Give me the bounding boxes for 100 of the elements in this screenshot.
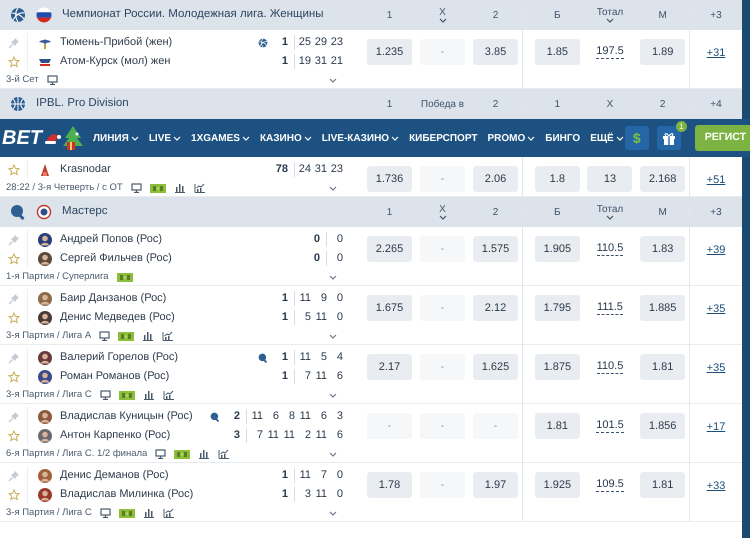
odds-button[interactable]: 1.875 (534, 354, 580, 380)
odds-button[interactable]: 1.83 (640, 236, 686, 262)
odds-button[interactable]: 1.85 (534, 39, 580, 65)
total-value[interactable]: 101.5 (596, 418, 624, 434)
more-markets-link[interactable]: +33 (706, 478, 726, 522)
nav-link[interactable]: LIVE (148, 130, 182, 146)
more-markets-link[interactable]: +35 (706, 301, 726, 345)
team-name: Антон Карпенко (Рос) (60, 428, 172, 444)
nav-link[interactable]: ЕЩЁ (590, 130, 624, 146)
set-score: 3 (336, 409, 343, 424)
chart-icon[interactable] (162, 331, 174, 341)
scoreboard-icon[interactable] (118, 508, 135, 518)
tv-icon[interactable] (99, 331, 110, 341)
expand-icon[interactable] (329, 392, 337, 398)
more-markets-link[interactable]: +17 (706, 419, 726, 463)
logo-text[interactable]: BET (0, 123, 45, 153)
column-header: 2 (660, 98, 666, 110)
odds-button[interactable]: 1.925 (534, 472, 580, 498)
score: 1 (280, 487, 288, 502)
column-header: 2 (492, 98, 498, 110)
bar-chart-icon[interactable] (142, 508, 155, 518)
odds-button[interactable]: 2.168 (640, 166, 686, 192)
more-markets-link[interactable]: +31 (706, 45, 726, 89)
odds-button[interactable]: 1.885 (640, 295, 686, 321)
expand-icon[interactable] (329, 274, 337, 280)
nav-link[interactable]: БИНГО (545, 130, 580, 146)
star-icon[interactable] (8, 164, 20, 176)
expand-icon[interactable] (329, 334, 337, 338)
odds-button[interactable]: 1.81 (534, 413, 580, 439)
expand-icon[interactable] (329, 78, 337, 82)
set-score: 2 (304, 428, 311, 444)
team-name: Владислав Милинка (Рос) (60, 487, 194, 502)
chart-icon[interactable] (194, 183, 206, 193)
tv-icon[interactable] (130, 183, 142, 193)
star-icon[interactable] (8, 430, 20, 442)
star-icon[interactable] (8, 252, 20, 264)
odds-button[interactable]: 1.78 (367, 472, 412, 498)
odds-button[interactable]: 1.81 (640, 472, 686, 498)
nav-link[interactable]: 1XGAMES (191, 130, 250, 146)
odds-button[interactable]: 1.675 (367, 295, 412, 321)
nav-link[interactable]: PROMO (487, 130, 536, 146)
nav-link[interactable]: ЛИНИЯ (93, 130, 139, 146)
bar-chart-icon[interactable] (174, 183, 186, 193)
nav-link[interactable]: КАЗИНО (260, 130, 312, 146)
chart-icon[interactable] (218, 449, 230, 459)
bar-chart-icon[interactable] (142, 390, 155, 400)
odds-button[interactable]: 2.12 (473, 295, 518, 321)
scoreboard-icon[interactable] (174, 450, 190, 458)
tv-icon[interactable] (100, 390, 111, 400)
expand-icon[interactable] (329, 510, 337, 516)
total-value[interactable]: 110.5 (596, 242, 624, 256)
bar-chart-icon[interactable] (142, 331, 154, 341)
star-icon[interactable] (8, 370, 20, 382)
odds-button[interactable]: 1.905 (534, 236, 580, 262)
odds-button[interactable]: 13 (587, 166, 632, 192)
tv-icon[interactable] (100, 508, 111, 518)
odds-button[interactable]: 2.265 (367, 236, 412, 262)
star-icon[interactable] (8, 56, 20, 68)
scoreboard-icon[interactable] (116, 272, 133, 282)
odds-button[interactable]: 2.17 (367, 354, 412, 380)
odds-button[interactable]: 2.06 (473, 166, 518, 192)
total-value[interactable]: 110.5 (596, 360, 624, 374)
total-value[interactable]: 197.5 (596, 44, 624, 60)
star-icon[interactable] (8, 312, 20, 324)
odds-button[interactable]: 1.89 (640, 39, 686, 65)
expand-icon[interactable] (329, 452, 337, 456)
odds-button[interactable]: 1.235 (367, 39, 412, 65)
tv-icon[interactable] (46, 75, 58, 85)
match-status: 28:22 / 3-я Четверть / с ОТ (6, 180, 123, 195)
set-score: 11 (282, 428, 295, 444)
nav-link[interactable]: КИБЕРСПОРТ (409, 130, 478, 146)
league-title: IPBL. Pro Division (36, 96, 129, 112)
more-markets-link[interactable]: +51 (706, 172, 726, 197)
odds-button[interactable]: 1.575 (473, 236, 518, 262)
chart-icon[interactable] (162, 390, 175, 400)
gift-icon (662, 131, 676, 145)
expand-icon[interactable] (329, 186, 337, 190)
odds-button[interactable]: 1.856 (640, 413, 686, 439)
odds-button[interactable]: 1.736 (367, 166, 412, 192)
gift-button[interactable] (656, 126, 681, 150)
odds-button[interactable]: 1.625 (473, 354, 518, 380)
nav-link[interactable]: LIVE-КАЗИНО (322, 130, 400, 146)
total-value[interactable]: 111.5 (597, 300, 623, 316)
star-icon[interactable] (8, 488, 20, 500)
odds-button[interactable]: 1.795 (534, 295, 580, 321)
odds-button[interactable]: 1.81 (640, 354, 686, 380)
more-markets-link[interactable]: +35 (706, 360, 726, 404)
tv-icon[interactable] (155, 449, 166, 459)
scoreboard-icon[interactable] (118, 332, 134, 340)
team-name: Атом-Курск (мол) жен (60, 54, 172, 70)
odds-button[interactable]: 1.97 (473, 472, 518, 498)
bar-chart-icon[interactable] (198, 449, 210, 459)
chart-icon[interactable] (162, 508, 175, 518)
scoreboard-icon[interactable] (118, 390, 135, 400)
more-markets-link[interactable]: +39 (706, 242, 726, 286)
scoreboard-icon[interactable] (150, 184, 166, 192)
odds-button[interactable]: 1.8 (534, 166, 580, 192)
set-score: 11 (298, 291, 311, 306)
odds-button[interactable]: 3.85 (473, 39, 518, 65)
total-value[interactable]: 109.5 (596, 478, 624, 492)
